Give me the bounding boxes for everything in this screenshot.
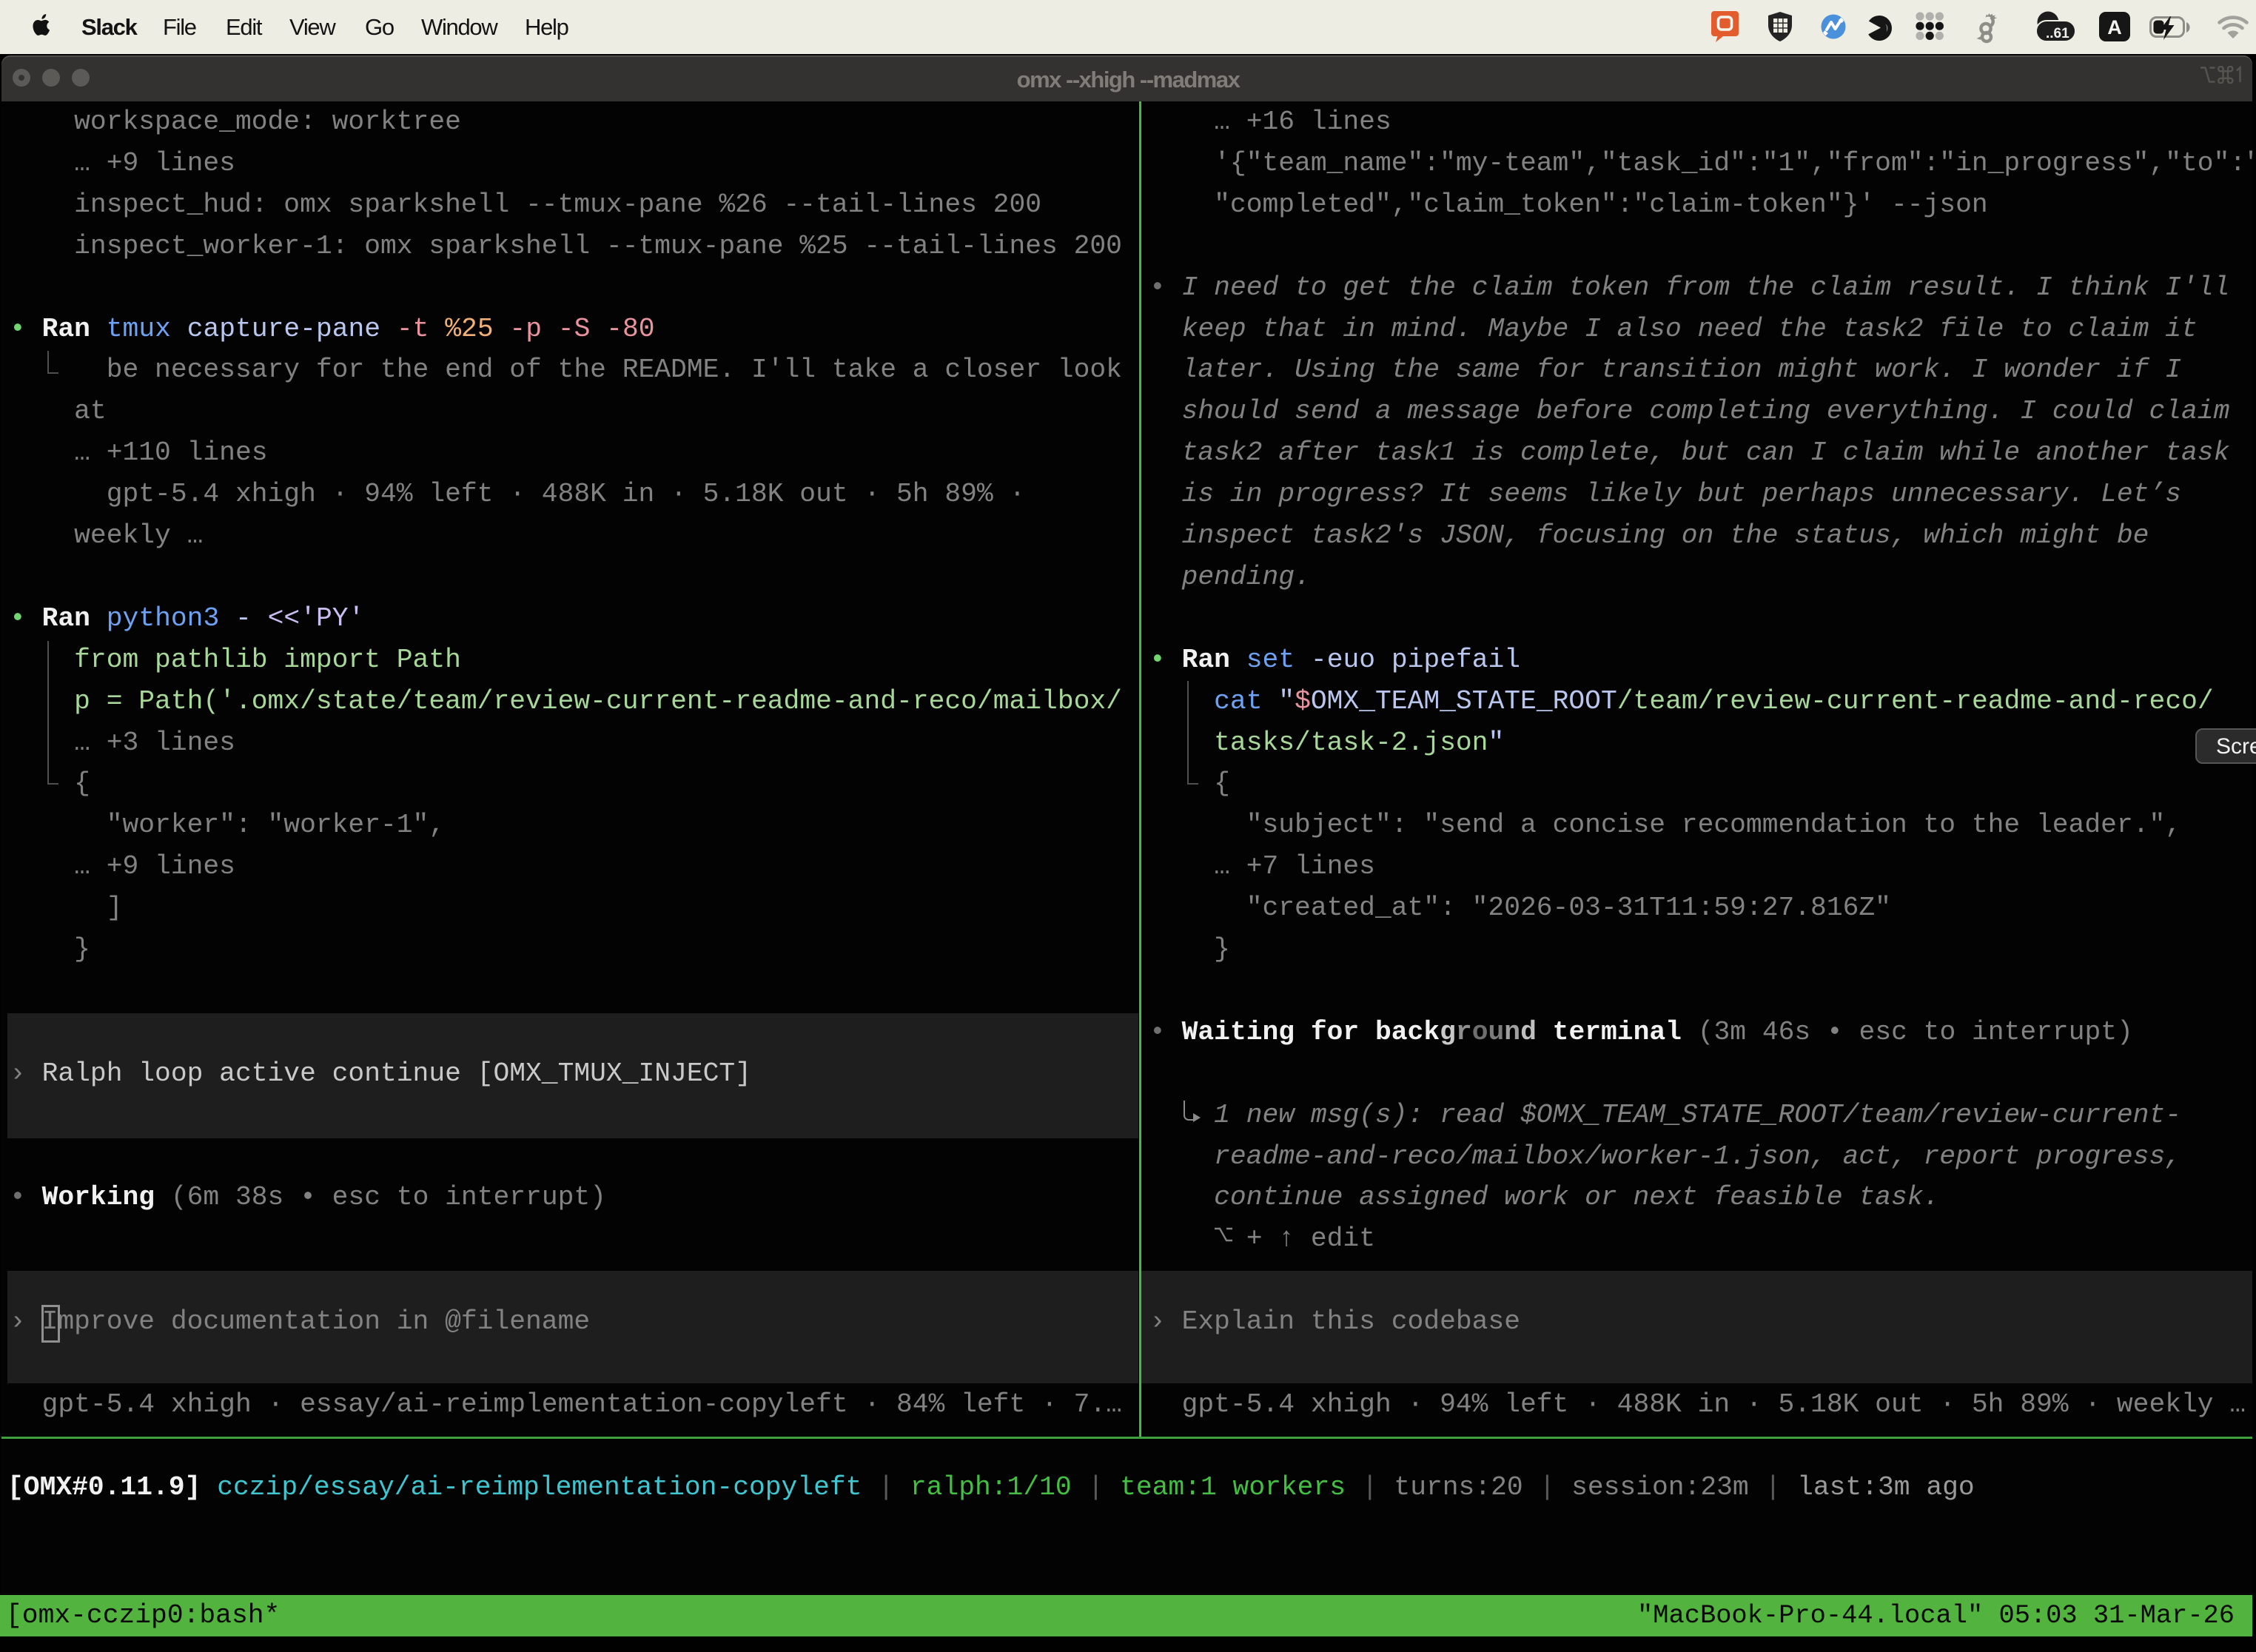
svg-text:..61: ..61 [2046, 26, 2069, 41]
svg-text:A: A [2107, 16, 2122, 38]
